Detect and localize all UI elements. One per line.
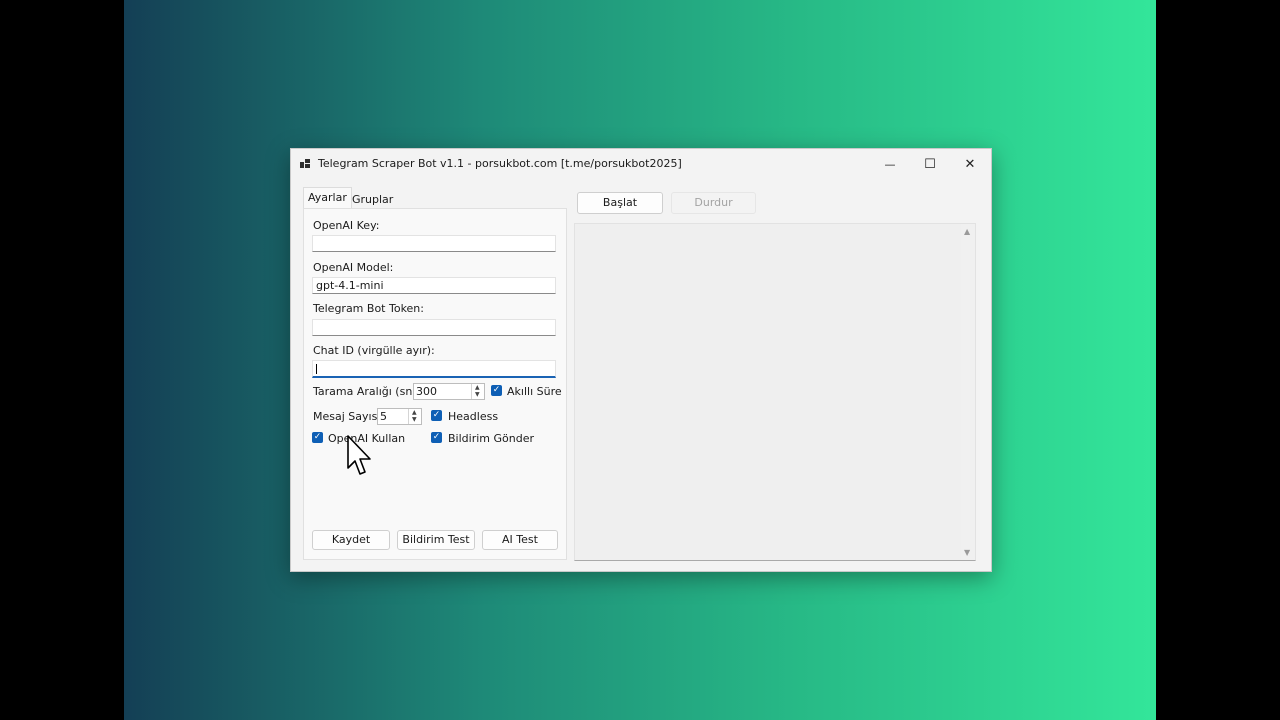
scroll-down-icon[interactable]: ▼ (964, 548, 970, 557)
spin-down-icon[interactable]: ▼ (412, 417, 417, 423)
chat-id-label: Chat ID (virgülle ayır): (313, 344, 435, 357)
log-scrollbar[interactable]: ▲ ▼ (961, 224, 975, 560)
scan-interval-spinner[interactable]: 300 ▲ ▼ (413, 383, 485, 400)
save-button[interactable]: Kaydet (312, 530, 390, 550)
notification-test-button[interactable]: Bildirim Test (397, 530, 475, 550)
close-button[interactable]: ✕ (950, 149, 990, 179)
text-caret (316, 364, 317, 374)
settings-panel: OpenAI Key: OpenAI Model: gpt-4.1-mini T… (303, 208, 567, 560)
mouse-cursor-icon (347, 435, 371, 475)
app-window: Telegram Scraper Bot v1.1 - porsukbot.co… (290, 148, 992, 572)
check-icon: ✓ (313, 432, 322, 442)
ai-test-button[interactable]: AI Test (482, 530, 558, 550)
window-title: Telegram Scraper Bot v1.1 - porsukbot.co… (318, 157, 682, 170)
send-notification-label[interactable]: Bildirim Gönder (448, 432, 534, 445)
smart-time-checkbox[interactable]: ✓ (491, 385, 502, 396)
spin-down-icon[interactable]: ▼ (475, 392, 480, 398)
chat-id-input[interactable] (312, 360, 556, 378)
maximize-icon: ☐ (924, 156, 936, 172)
openai-model-label: OpenAI Model: (313, 261, 394, 274)
openai-key-label: OpenAI Key: (313, 219, 380, 232)
openai-model-input[interactable]: gpt-4.1-mini (312, 277, 556, 294)
message-count-label: Mesaj Sayısı: (313, 410, 385, 423)
maximize-button[interactable]: ☐ (910, 149, 950, 179)
bot-token-input[interactable] (312, 319, 556, 336)
smart-time-label[interactable]: Akıllı Süre (507, 385, 562, 398)
message-count-spinner[interactable]: 5 ▲ ▼ (377, 408, 422, 425)
start-button[interactable]: Başlat (577, 192, 663, 214)
message-count-arrows[interactable]: ▲ ▼ (408, 409, 421, 424)
minimize-button[interactable]: — (870, 149, 910, 179)
message-count-value: 5 (380, 410, 387, 423)
scroll-up-icon[interactable]: ▲ (964, 227, 970, 236)
use-openai-checkbox[interactable]: ✓ (312, 432, 323, 443)
scan-interval-value: 300 (416, 385, 437, 398)
scan-interval-arrows[interactable]: ▲ ▼ (471, 384, 484, 399)
check-icon: ✓ (492, 385, 501, 395)
send-notification-checkbox[interactable]: ✓ (431, 432, 442, 443)
stop-button: Durdur (671, 192, 756, 214)
scan-interval-label: Tarama Aralığı (sn): (313, 385, 421, 398)
tab-ayarlar[interactable]: Ayarlar (303, 187, 352, 208)
app-icon (300, 159, 310, 168)
tab-gruplar[interactable]: Gruplar (348, 190, 397, 210)
headless-checkbox[interactable]: ✓ (431, 410, 442, 421)
check-icon: ✓ (432, 432, 441, 442)
close-icon: ✕ (964, 156, 976, 172)
minimize-icon: — (884, 157, 896, 171)
log-output[interactable]: ▲ ▼ (574, 223, 976, 561)
check-icon: ✓ (432, 410, 441, 420)
headless-label[interactable]: Headless (448, 410, 498, 423)
bot-token-label: Telegram Bot Token: (313, 302, 424, 315)
title-bar[interactable]: Telegram Scraper Bot v1.1 - porsukbot.co… (291, 149, 991, 179)
openai-key-input[interactable] (312, 235, 556, 252)
